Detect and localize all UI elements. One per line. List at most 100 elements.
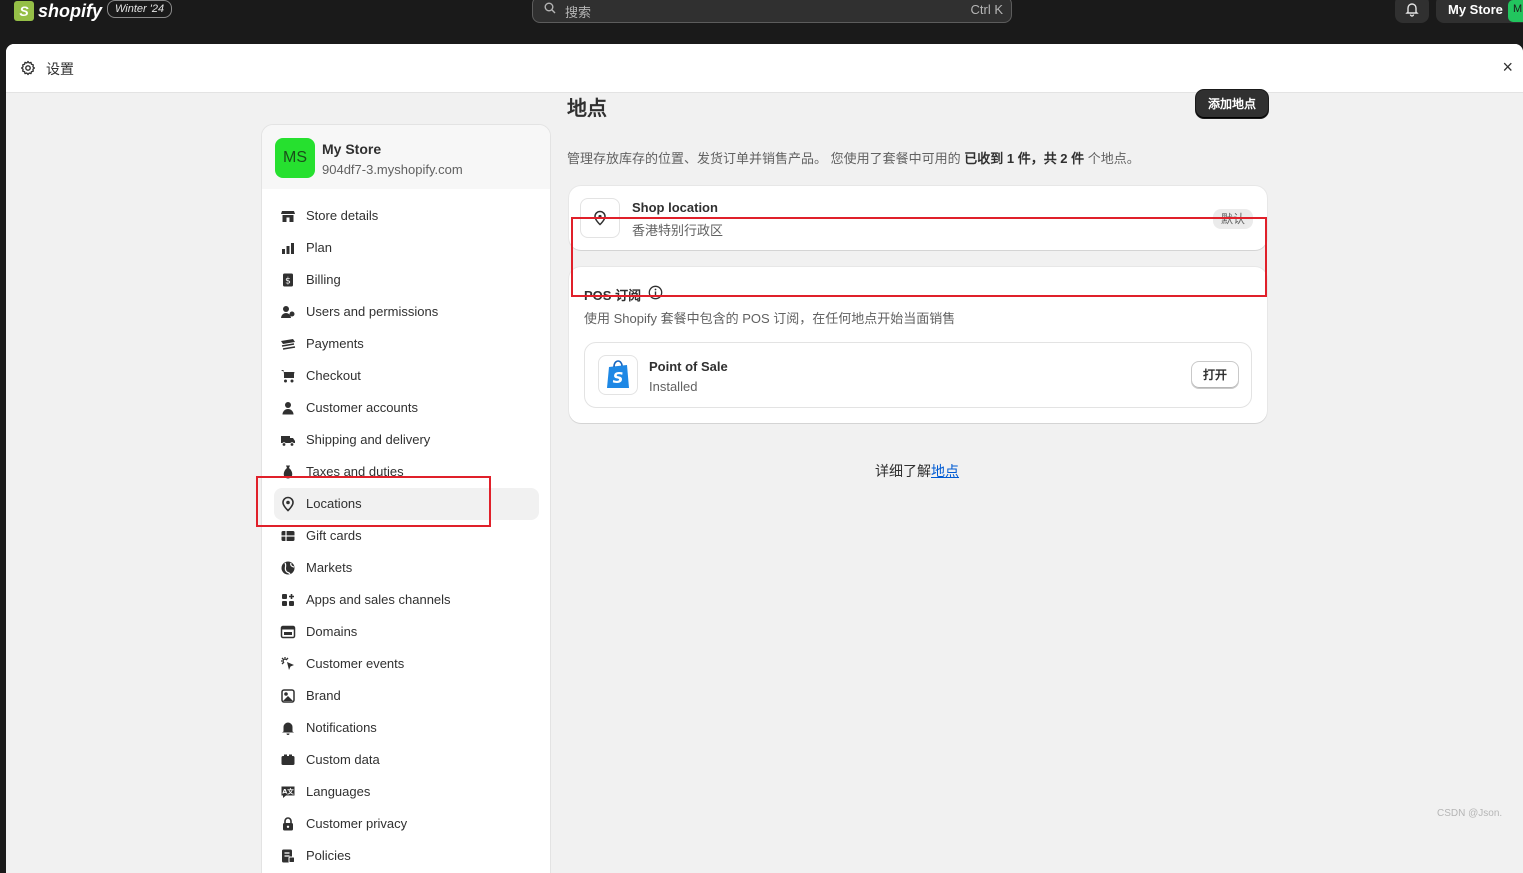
watermark: CSDN @Json. (1437, 808, 1503, 819)
top-bar: S shopify Winter '24 搜索 Ctrl K My Store … (0, 0, 1523, 36)
modal-header: 设置 × (6, 44, 1523, 93)
store-card[interactable]: MS My Store 904df7-3.myshopify.com (262, 125, 550, 189)
sidebar-item-store-details[interactable]: Store details (274, 200, 539, 232)
search-icon (544, 2, 556, 14)
learn-more-text: 详细了解 (875, 463, 931, 479)
close-icon[interactable]: × (1502, 57, 1513, 77)
apps-icon (280, 592, 296, 608)
open-pos-button[interactable]: 打开 (1191, 361, 1239, 389)
sidebar-item-label: Gift cards (306, 528, 362, 543)
brand-name: shopify (38, 0, 103, 21)
search-input[interactable]: 搜索 Ctrl K (532, 0, 1012, 23)
settings-sidebar: MS My Store 904df7-3.myshopify.com Store… (261, 124, 551, 873)
pos-app-status: Installed (649, 379, 698, 394)
store-name: My Store (322, 141, 382, 157)
policies-icon (280, 848, 296, 864)
sidebar-item-payments[interactable]: Payments (274, 328, 539, 360)
lock-icon (280, 816, 296, 832)
location-name: Shop location (632, 200, 718, 215)
sidebar-item-markets[interactable]: Markets (274, 552, 539, 584)
sidebar-item-locations[interactable]: Locations (274, 488, 539, 520)
settings-modal: 设置 × MS My Store 904df7-3.myshopify.com … (6, 44, 1523, 873)
plan-icon (280, 240, 296, 256)
sidebar-item-label: Customer events (306, 656, 405, 671)
sidebar-item-label: Domains (306, 624, 358, 639)
description-usage: 已收到 1 件，共 2 件 (964, 151, 1085, 166)
sidebar-item-label: Store details (306, 208, 379, 223)
sidebar-item-label: Custom data (306, 752, 380, 767)
add-location-button[interactable]: 添加地点 (1196, 90, 1268, 118)
sidebar-item-label: Billing (306, 272, 341, 287)
custom-data-icon (280, 752, 296, 768)
sidebar-item-taxes[interactable]: Taxes and duties (274, 456, 539, 488)
sidebar-item-brand[interactable]: Brand (274, 680, 539, 712)
shopify-logo[interactable]: S shopify (14, 0, 102, 22)
pos-subtitle: 使用 Shopify 套餐中包含的 POS 订阅，在任何地点开始当面销售 (584, 311, 956, 326)
sidebar-item-label: Markets (306, 560, 353, 575)
sidebar-item-notifications[interactable]: Notifications (274, 712, 539, 744)
users-icon (280, 304, 296, 320)
domains-icon (280, 624, 296, 640)
pos-app-row: S Point of Sale Installed 打开 (584, 342, 1252, 408)
sidebar-item-label: Notifications (306, 720, 377, 735)
bell-icon (280, 720, 296, 736)
sidebar-item-label: Shipping and delivery (306, 432, 431, 447)
person-icon (280, 400, 296, 416)
info-icon[interactable] (648, 285, 663, 300)
billing-icon: $ (280, 272, 296, 288)
cart-icon (280, 368, 296, 384)
location-card[interactable]: Shop location 香港特别行政区 默认 (569, 186, 1267, 250)
sidebar-item-users[interactable]: Users and permissions (274, 296, 539, 328)
svg-text:A文: A文 (282, 787, 294, 796)
description-prefix: 管理存放库存的位置、发货订单并销售产品。 您使用了套餐中可用的 (567, 151, 965, 166)
notifications-button[interactable] (1395, 0, 1429, 23)
sidebar-item-gift-cards[interactable]: Gift cards (274, 520, 539, 552)
sidebar-item-languages[interactable]: A文 Languages (274, 776, 539, 808)
store-menu-button[interactable]: My Store M (1436, 0, 1523, 23)
pos-app-name: Point of Sale (649, 359, 728, 374)
sidebar-item-policies[interactable]: Policies (274, 840, 539, 872)
sidebar-item-label: Policies (306, 848, 351, 863)
modal-title: 设置 (46, 61, 74, 77)
edition-badge[interactable]: Winter '24 (107, 0, 173, 18)
sidebar-item-label: Plan (306, 240, 333, 255)
sidebar-item-checkout[interactable]: Checkout (274, 360, 539, 392)
pos-subscription-card: POS 订阅 使用 Shopify 套餐中包含的 POS 订阅，在任何地点开始当… (569, 267, 1267, 423)
globe-icon (280, 560, 296, 576)
sidebar-item-label: Locations (306, 496, 362, 511)
svg-text:$: $ (285, 277, 291, 287)
store-menu-label: My Store (1448, 2, 1503, 17)
sidebar-item-label: Brand (306, 688, 341, 703)
learn-more-link[interactable]: 地点 (931, 463, 959, 479)
language-icon: A文 (280, 784, 296, 800)
sidebar-item-label: Users and permissions (306, 304, 439, 319)
default-badge: 默认 (1212, 209, 1253, 229)
bell-icon (1405, 3, 1419, 17)
learn-more: 详细了解地点 (875, 461, 959, 481)
store-menu-avatar: M (1508, 0, 1523, 22)
page-description: 管理存放库存的位置、发货订单并销售产品。 您使用了套餐中可用的 已收到 1 件，… (567, 148, 1140, 167)
sidebar-item-customer-accounts[interactable]: Customer accounts (274, 392, 539, 424)
taxes-icon (280, 464, 296, 480)
search-placeholder: 搜索 (565, 5, 592, 20)
gear-icon (20, 60, 36, 76)
sidebar-item-label: Languages (306, 784, 371, 799)
sidebar-item-label: Payments (306, 336, 364, 351)
sidebar-item-plan[interactable]: Plan (274, 232, 539, 264)
description-suffix: 个地点。 (1084, 151, 1140, 166)
gift-card-icon (280, 528, 296, 544)
sidebar-item-customer-events[interactable]: Customer events (274, 648, 539, 680)
cursor-icon (280, 656, 296, 672)
sidebar-item-customer-privacy[interactable]: Customer privacy (274, 808, 539, 840)
sidebar-item-domains[interactable]: Domains (274, 616, 539, 648)
sidebar-item-label: Customer accounts (306, 400, 418, 415)
sidebar-item-label: Taxes and duties (306, 464, 404, 479)
sidebar-item-billing[interactable]: $ Billing (274, 264, 539, 296)
store-icon (280, 208, 296, 224)
sidebar-item-shipping[interactable]: Shipping and delivery (274, 424, 539, 456)
svg-text:S: S (613, 369, 624, 387)
sidebar-item-custom-data[interactable]: Custom data (274, 744, 539, 776)
sidebar-item-label: Apps and sales channels (306, 592, 451, 607)
sidebar-item-apps[interactable]: Apps and sales channels (274, 584, 539, 616)
location-region: 香港特别行政区 (632, 223, 724, 238)
